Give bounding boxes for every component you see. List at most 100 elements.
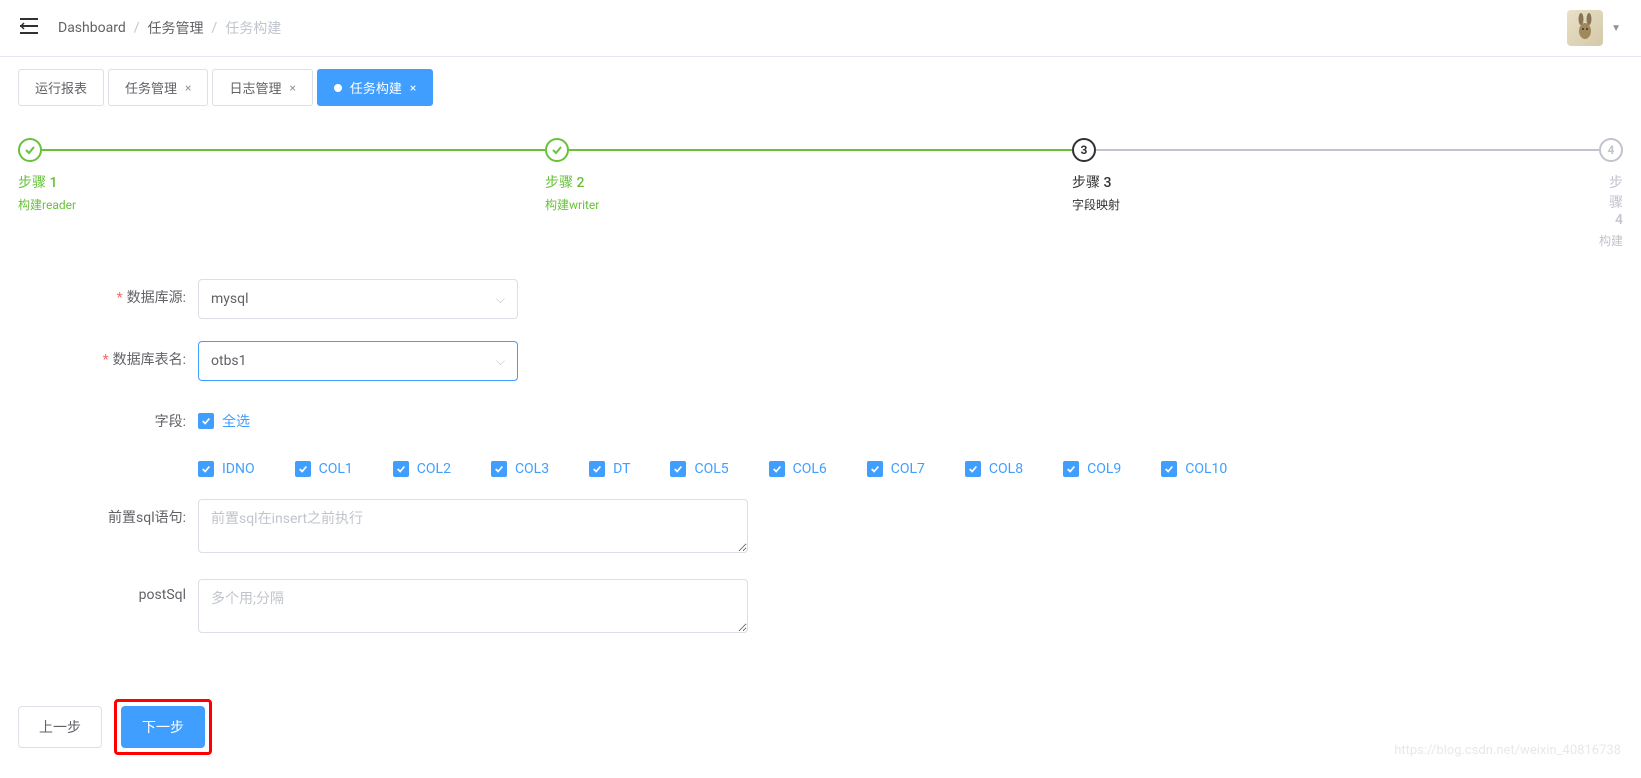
form-row-presql: 前置sql语句:: [18, 499, 1623, 557]
column-item: COL5: [670, 461, 728, 477]
check-icon: [18, 138, 42, 162]
column-checkbox[interactable]: [867, 461, 883, 477]
avatar[interactable]: [1567, 10, 1603, 46]
column-checkbox[interactable]: [491, 461, 507, 477]
form-label: *数据库源:: [18, 279, 198, 307]
menu-toggle-icon[interactable]: [20, 18, 38, 39]
chevron-down-icon: ⌵: [496, 292, 505, 307]
tabs-container: 运行报表 任务管理 × 日志管理 × 任务构建 ×: [0, 57, 1641, 118]
breadcrumb-separator: /: [212, 20, 218, 36]
chevron-down-icon: ⌵: [496, 354, 505, 369]
column-item: IDNO: [198, 461, 255, 477]
step-title: 步骤 2: [545, 172, 1072, 192]
breadcrumb-current: 任务构建: [225, 18, 281, 38]
step-title: 步骤 4: [1599, 172, 1623, 228]
postsql-textarea[interactable]: [198, 579, 748, 633]
tab-task-build[interactable]: 任务构建 ×: [317, 69, 433, 106]
step-title: 步骤 1: [18, 172, 545, 192]
form-label: postSql: [18, 579, 198, 603]
select-all-label[interactable]: 全选: [222, 411, 250, 431]
required-mark: *: [103, 352, 109, 368]
column-label[interactable]: COL1: [319, 461, 353, 477]
tab-task-manage[interactable]: 任务管理 ×: [108, 69, 208, 106]
next-button[interactable]: 下一步: [121, 706, 205, 748]
column-item: COL3: [491, 461, 549, 477]
header-right: ▼: [1567, 10, 1621, 46]
column-checkbox[interactable]: [1063, 461, 1079, 477]
select-all-checkbox[interactable]: [198, 413, 214, 429]
column-checkbox[interactable]: [198, 461, 214, 477]
column-item: COL7: [867, 461, 925, 477]
column-item: COL8: [965, 461, 1023, 477]
header: Dashboard / 任务管理 / 任务构建 ▼: [0, 0, 1641, 57]
prev-button[interactable]: 上一步: [18, 706, 102, 748]
form-row-postsql: postSql: [18, 579, 1623, 637]
breadcrumb-item[interactable]: Dashboard: [58, 20, 126, 36]
footer-buttons: 上一步 下一步: [0, 679, 1641, 775]
steps-container: 步骤 1 构建reader 步骤 2 构建writer 3 步骤 3 字段映射 …: [0, 118, 1641, 259]
column-label[interactable]: IDNO: [222, 461, 255, 477]
column-checkbox[interactable]: [589, 461, 605, 477]
tab-label: 任务构建: [350, 78, 402, 97]
column-item: COL10: [1161, 461, 1227, 477]
step-1: 步骤 1 构建reader: [18, 138, 545, 213]
column-checkbox[interactable]: [769, 461, 785, 477]
column-label[interactable]: COL8: [989, 461, 1023, 477]
step-desc: 构建: [1599, 232, 1623, 249]
column-item: COL1: [295, 461, 353, 477]
select-value: mysql: [211, 291, 249, 307]
column-label[interactable]: COL3: [515, 461, 549, 477]
user-menu-caret-icon[interactable]: ▼: [1611, 23, 1621, 34]
close-icon[interactable]: ×: [410, 81, 416, 95]
column-checkbox[interactable]: [965, 461, 981, 477]
columns-container: IDNO COL1 COL2 COL3 DT COL5 COL6 COL7 COL8 COL9 CO…: [198, 461, 1623, 477]
required-mark: *: [117, 290, 123, 306]
step-line: [1096, 149, 1599, 151]
column-label[interactable]: COL10: [1185, 461, 1227, 477]
step-desc: 构建writer: [545, 196, 1072, 213]
form-label: 前置sql语句:: [18, 499, 198, 527]
form-row-fields: 字段: 全选 IDNO COL1 COL2 COL3 DT COL5 COL6 COL7 COL…: [18, 403, 1623, 477]
column-checkbox[interactable]: [1161, 461, 1177, 477]
form-label: 字段:: [18, 403, 198, 431]
step-desc: 构建reader: [18, 196, 545, 213]
select-value: otbs1: [211, 353, 247, 369]
step-number-icon: 4: [1599, 138, 1623, 162]
column-item: COL9: [1063, 461, 1121, 477]
tab-report[interactable]: 运行报表: [18, 69, 104, 106]
column-label[interactable]: COL6: [793, 461, 827, 477]
column-label[interactable]: COL9: [1087, 461, 1121, 477]
tab-label: 运行报表: [35, 78, 87, 97]
column-checkbox[interactable]: [295, 461, 311, 477]
tab-log-manage[interactable]: 日志管理 ×: [212, 69, 312, 106]
column-item: COL2: [393, 461, 451, 477]
column-label[interactable]: COL2: [417, 461, 451, 477]
step-desc: 字段映射: [1072, 196, 1599, 213]
form-row-datasource: *数据库源: mysql ⌵: [18, 279, 1623, 319]
form-row-table: *数据库表名: otbs1 ⌵: [18, 341, 1623, 381]
column-label[interactable]: COL5: [694, 461, 728, 477]
highlight-box: 下一步: [114, 699, 212, 755]
tab-label: 任务管理: [125, 78, 177, 97]
column-label[interactable]: DT: [613, 461, 630, 477]
step-title: 步骤 3: [1072, 172, 1599, 192]
header-left: Dashboard / 任务管理 / 任务构建: [20, 18, 281, 39]
breadcrumb: Dashboard / 任务管理 / 任务构建: [58, 18, 281, 38]
column-checkbox[interactable]: [670, 461, 686, 477]
form-label: *数据库表名:: [18, 341, 198, 369]
breadcrumb-separator: /: [134, 20, 140, 36]
step-line: [569, 149, 1072, 151]
column-checkbox[interactable]: [393, 461, 409, 477]
close-icon[interactable]: ×: [289, 81, 295, 95]
close-icon[interactable]: ×: [185, 81, 191, 95]
step-number-icon: 3: [1072, 138, 1096, 162]
check-icon: [545, 138, 569, 162]
datasource-select[interactable]: mysql ⌵: [198, 279, 518, 319]
column-label[interactable]: COL7: [891, 461, 925, 477]
presql-textarea[interactable]: [198, 499, 748, 553]
column-item: COL6: [769, 461, 827, 477]
tab-label: 日志管理: [229, 78, 281, 97]
breadcrumb-item[interactable]: 任务管理: [148, 18, 204, 38]
select-all-group: 全选: [198, 403, 1623, 431]
table-select[interactable]: otbs1 ⌵: [198, 341, 518, 381]
